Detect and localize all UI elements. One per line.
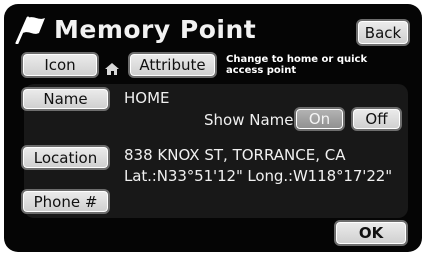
show-name-on-button[interactable]: On: [294, 107, 345, 131]
back-button[interactable]: Back: [356, 19, 410, 46]
location-address: 838 KNOX ST, TORRANCE, CA: [124, 146, 346, 164]
memory-point-screen: Memory Point Back Icon Attribute Change …: [4, 4, 422, 252]
flag-icon: [15, 16, 45, 44]
name-value: HOME: [124, 89, 170, 107]
phone-button[interactable]: Phone #: [21, 189, 110, 214]
attribute-button[interactable]: Attribute: [128, 52, 217, 78]
ok-button[interactable]: OK: [334, 220, 408, 246]
location-coordinates: Lat.:N33°51'12" Long.:W118°17'22": [124, 167, 393, 185]
page-title: Memory Point: [54, 14, 257, 44]
location-button[interactable]: Location: [21, 145, 110, 170]
title-row: Memory Point: [14, 12, 256, 46]
show-name-off-button[interactable]: Off: [351, 107, 402, 131]
attribute-hint: Change to home or quick access point: [226, 54, 368, 76]
show-name-label: Show Name: [204, 111, 294, 129]
icon-button[interactable]: Icon: [21, 52, 99, 78]
name-button[interactable]: Name: [21, 87, 110, 111]
house-icon: [105, 63, 119, 75]
